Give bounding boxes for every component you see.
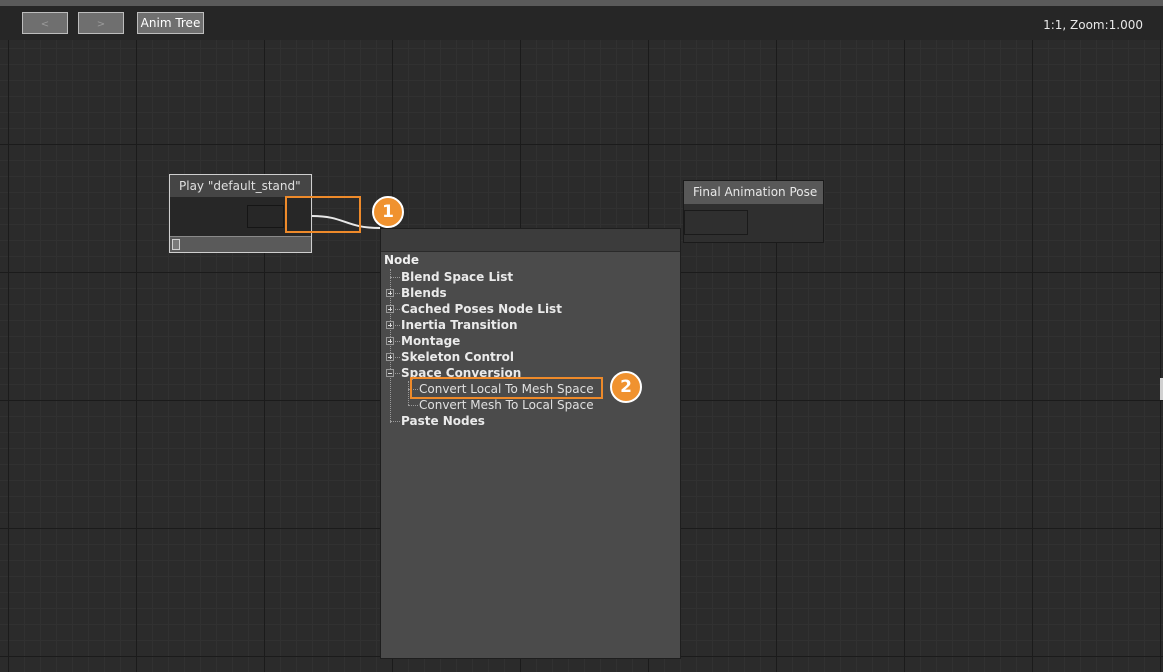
tree-connector	[390, 277, 400, 278]
menu-item-inertia-transition[interactable]: Inertia Transition	[401, 317, 518, 333]
tree-connector	[390, 421, 400, 422]
final-animation-pose-node[interactable]: Final Animation Pose	[683, 180, 824, 243]
menu-item-montage[interactable]: Montage	[401, 333, 460, 349]
callout-highlight-1	[285, 196, 361, 233]
callout-badge-1: 1	[372, 196, 404, 228]
expand-plus-icon[interactable]	[386, 321, 394, 329]
callout-badge-2: 2	[610, 371, 642, 403]
node-title: Final Animation Pose	[684, 181, 823, 204]
playback-progress-bar[interactable]	[170, 236, 311, 252]
menu-item-blends[interactable]: Blends	[401, 285, 447, 301]
menu-item-skeleton-control[interactable]: Skeleton Control	[401, 349, 514, 365]
result-input-pin[interactable]	[684, 210, 748, 235]
node-title: Play "default_stand"	[170, 175, 311, 197]
expand-plus-icon[interactable]	[386, 353, 394, 361]
tree-root-node[interactable]: Node	[384, 253, 419, 267]
menu-item-cached-poses[interactable]: Cached Poses Node List	[401, 301, 562, 317]
add-node-context-menu: Node Blend Space List Blends Cached Pose…	[380, 228, 681, 659]
progress-handle[interactable]	[172, 239, 180, 250]
menu-item-convert-mesh-to-local[interactable]: Convert Mesh To Local Space	[419, 397, 594, 413]
expand-plus-icon[interactable]	[386, 305, 394, 313]
menu-item-paste-nodes[interactable]: Paste Nodes	[401, 413, 485, 429]
expand-plus-icon[interactable]	[386, 337, 394, 345]
tree-connector	[408, 405, 418, 406]
output-pose-pin[interactable]	[247, 205, 284, 228]
collapse-minus-icon[interactable]	[386, 369, 394, 377]
callout-highlight-2	[410, 377, 603, 399]
menu-item-blend-space-list[interactable]: Blend Space List	[401, 269, 513, 285]
tree-guide-line	[408, 381, 409, 405]
menu-search-bar[interactable]	[381, 229, 680, 252]
expand-plus-icon[interactable]	[386, 289, 394, 297]
